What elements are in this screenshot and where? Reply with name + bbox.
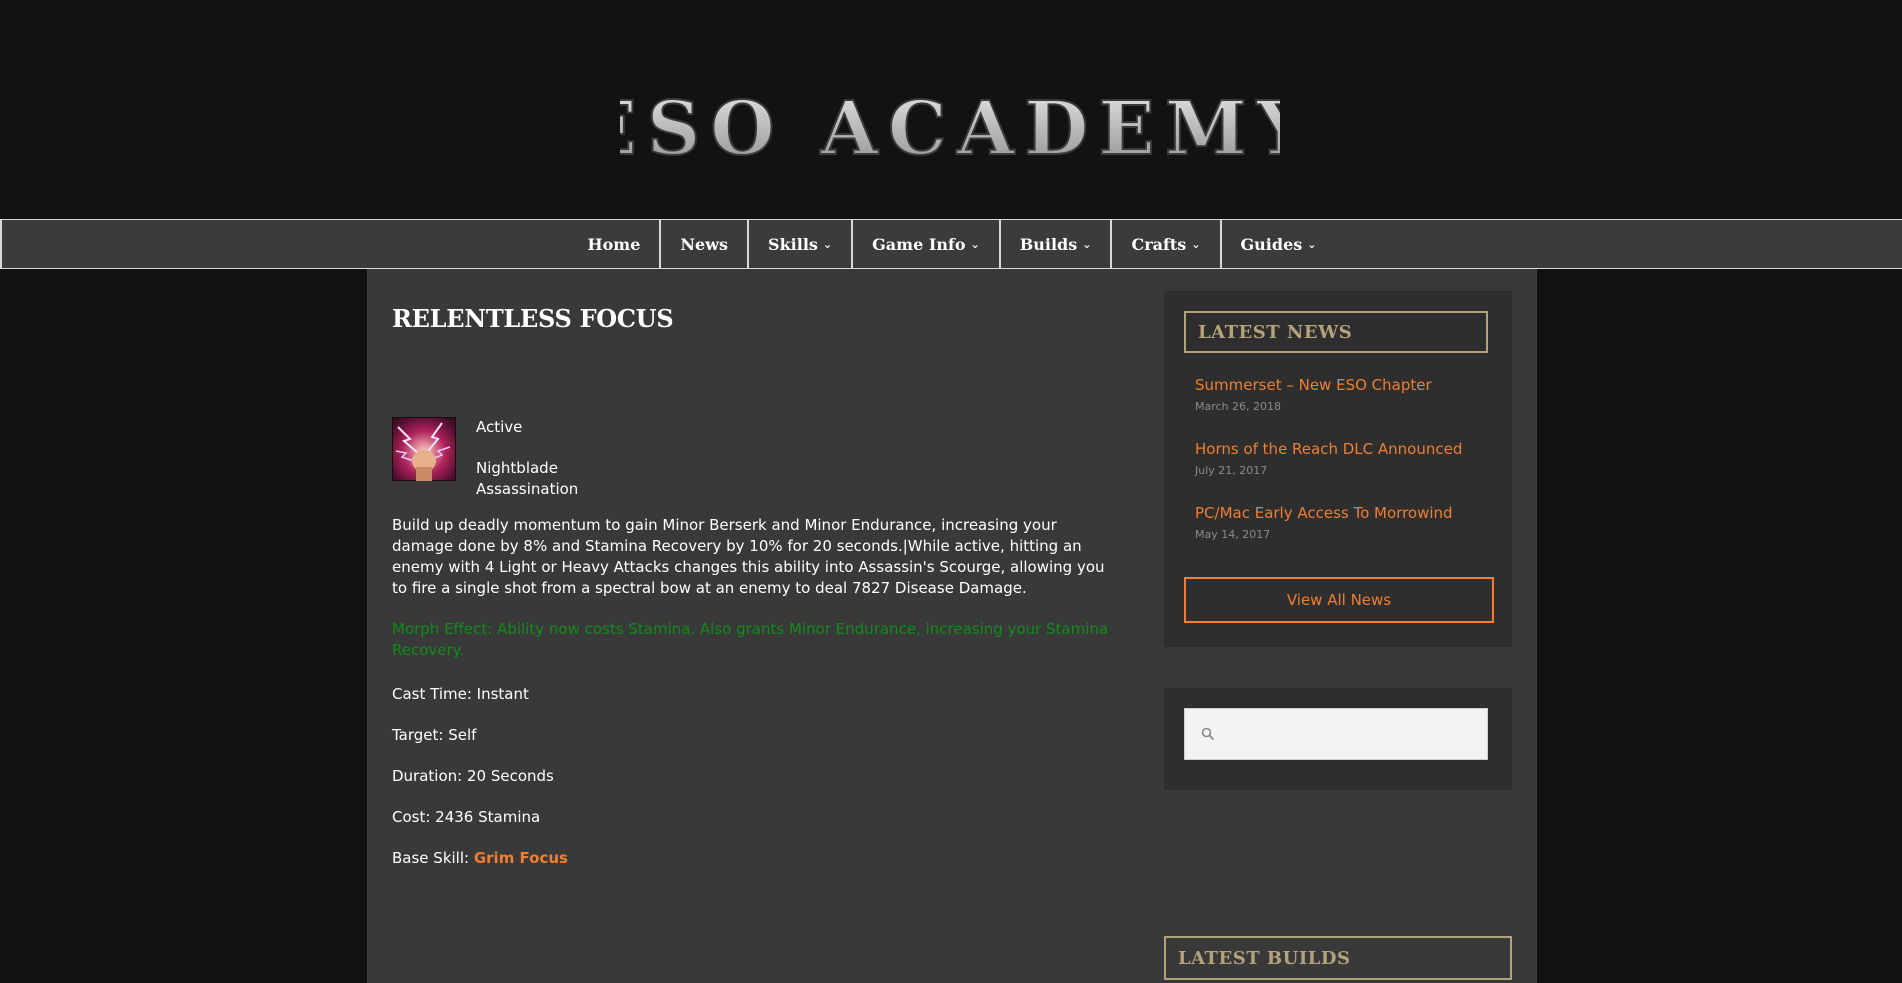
skill-icon <box>392 417 456 481</box>
nav-item-home[interactable]: Home <box>569 220 660 268</box>
nav-item-game-info[interactable]: Game Info ⌄ <box>851 220 999 268</box>
duration: Duration: 20 Seconds <box>392 767 554 785</box>
chevron-down-icon: ⌄ <box>1191 237 1201 251</box>
latest-builds-title: LATEST BUILDS <box>1164 936 1512 980</box>
cast-time: Cast Time: Instant <box>392 685 529 703</box>
nav-item-label: Home <box>587 234 641 254</box>
base-skill-label: Base Skill: <box>392 849 470 867</box>
news-item: Horns of the Reach DLC Announced July 21… <box>1195 440 1462 477</box>
chevron-down-icon: ⌄ <box>1082 237 1092 251</box>
cost: Cost: 2436 Stamina <box>392 808 541 826</box>
news-link[interactable]: Summerset – New ESO Chapter <box>1195 376 1432 394</box>
nav-item-skills[interactable]: Skills ⌄ <box>747 220 851 268</box>
latest-news-title: LATEST NEWS <box>1184 311 1488 353</box>
base-skill: Base Skill: Grim Focus <box>392 848 568 869</box>
nav-item-news[interactable]: News <box>659 220 747 268</box>
nav-item-label: Crafts <box>1131 234 1187 254</box>
nav-item-label: News <box>680 234 729 254</box>
nav-item-label: Skills <box>768 234 818 254</box>
search-widget <box>1164 688 1512 790</box>
content-panel: RELENTLESS FOCUS Active Nightblade Assas… <box>367 269 1537 983</box>
site-logo[interactable]: ESO ACADEMY <box>620 78 1280 178</box>
nav-item-label: Game Info <box>872 234 966 254</box>
page-title: RELENTLESS FOCUS <box>392 304 674 333</box>
search-icon <box>1201 727 1215 741</box>
target: Target: Self <box>392 726 477 744</box>
logo-text: ESO ACADEMY <box>620 86 1280 172</box>
news-item: PC/Mac Early Access To Morrowind May 14,… <box>1195 504 1453 541</box>
main-navigation: Home News Skills ⌄ Game Info ⌄ Builds ⌄ Crafts ⌄ G… <box>0 219 1902 269</box>
news-date: July 21, 2017 <box>1195 464 1268 477</box>
nav-item-builds[interactable]: Builds ⌄ <box>998 220 1111 268</box>
news-date: May 14, 2017 <box>1195 528 1271 541</box>
chevron-down-icon: ⌄ <box>970 237 980 251</box>
view-all-news-button[interactable]: View All News <box>1184 577 1494 623</box>
nav-menu: Home News Skills ⌄ Game Info ⌄ Builds ⌄ Crafts ⌄ G… <box>569 220 1336 268</box>
nav-item-label: Guides <box>1240 234 1303 254</box>
skill-description: Build up deadly momentum to gain Minor B… <box>392 516 1105 597</box>
latest-news-widget: LATEST NEWS Summerset – New ESO Chapter … <box>1164 291 1512 647</box>
skill-class: Nightblade <box>476 459 558 477</box>
skill-header: Active Nightblade Assassination <box>392 417 1122 507</box>
lightning-fist-icon <box>395 422 451 481</box>
logo-graphic: ESO ACADEMY <box>620 85 1280 173</box>
nav-item-crafts[interactable]: Crafts ⌄ <box>1110 220 1219 268</box>
nav-item-label: Builds <box>1019 234 1078 254</box>
skill-type: Active <box>476 418 523 436</box>
news-item: Summerset – New ESO Chapter March 26, 20… <box>1195 376 1432 413</box>
morph-effect: Morph Effect: Ability now costs Stamina.… <box>392 620 1109 659</box>
search-box[interactable] <box>1184 708 1488 760</box>
nav-item-guides[interactable]: Guides ⌄ <box>1219 220 1336 268</box>
skill-line: Assassination <box>476 480 579 498</box>
base-skill-link[interactable]: Grim Focus <box>474 849 568 867</box>
news-link[interactable]: PC/Mac Early Access To Morrowind <box>1195 504 1453 522</box>
news-date: March 26, 2018 <box>1195 400 1282 413</box>
news-link[interactable]: Horns of the Reach DLC Announced <box>1195 440 1462 458</box>
search-input[interactable] <box>1221 713 1485 755</box>
chevron-down-icon: ⌄ <box>1307 237 1317 251</box>
skill-meta: Active Nightblade Assassination <box>476 417 578 500</box>
chevron-down-icon: ⌄ <box>822 237 833 251</box>
site-header: ESO ACADEMY <box>0 0 1902 220</box>
